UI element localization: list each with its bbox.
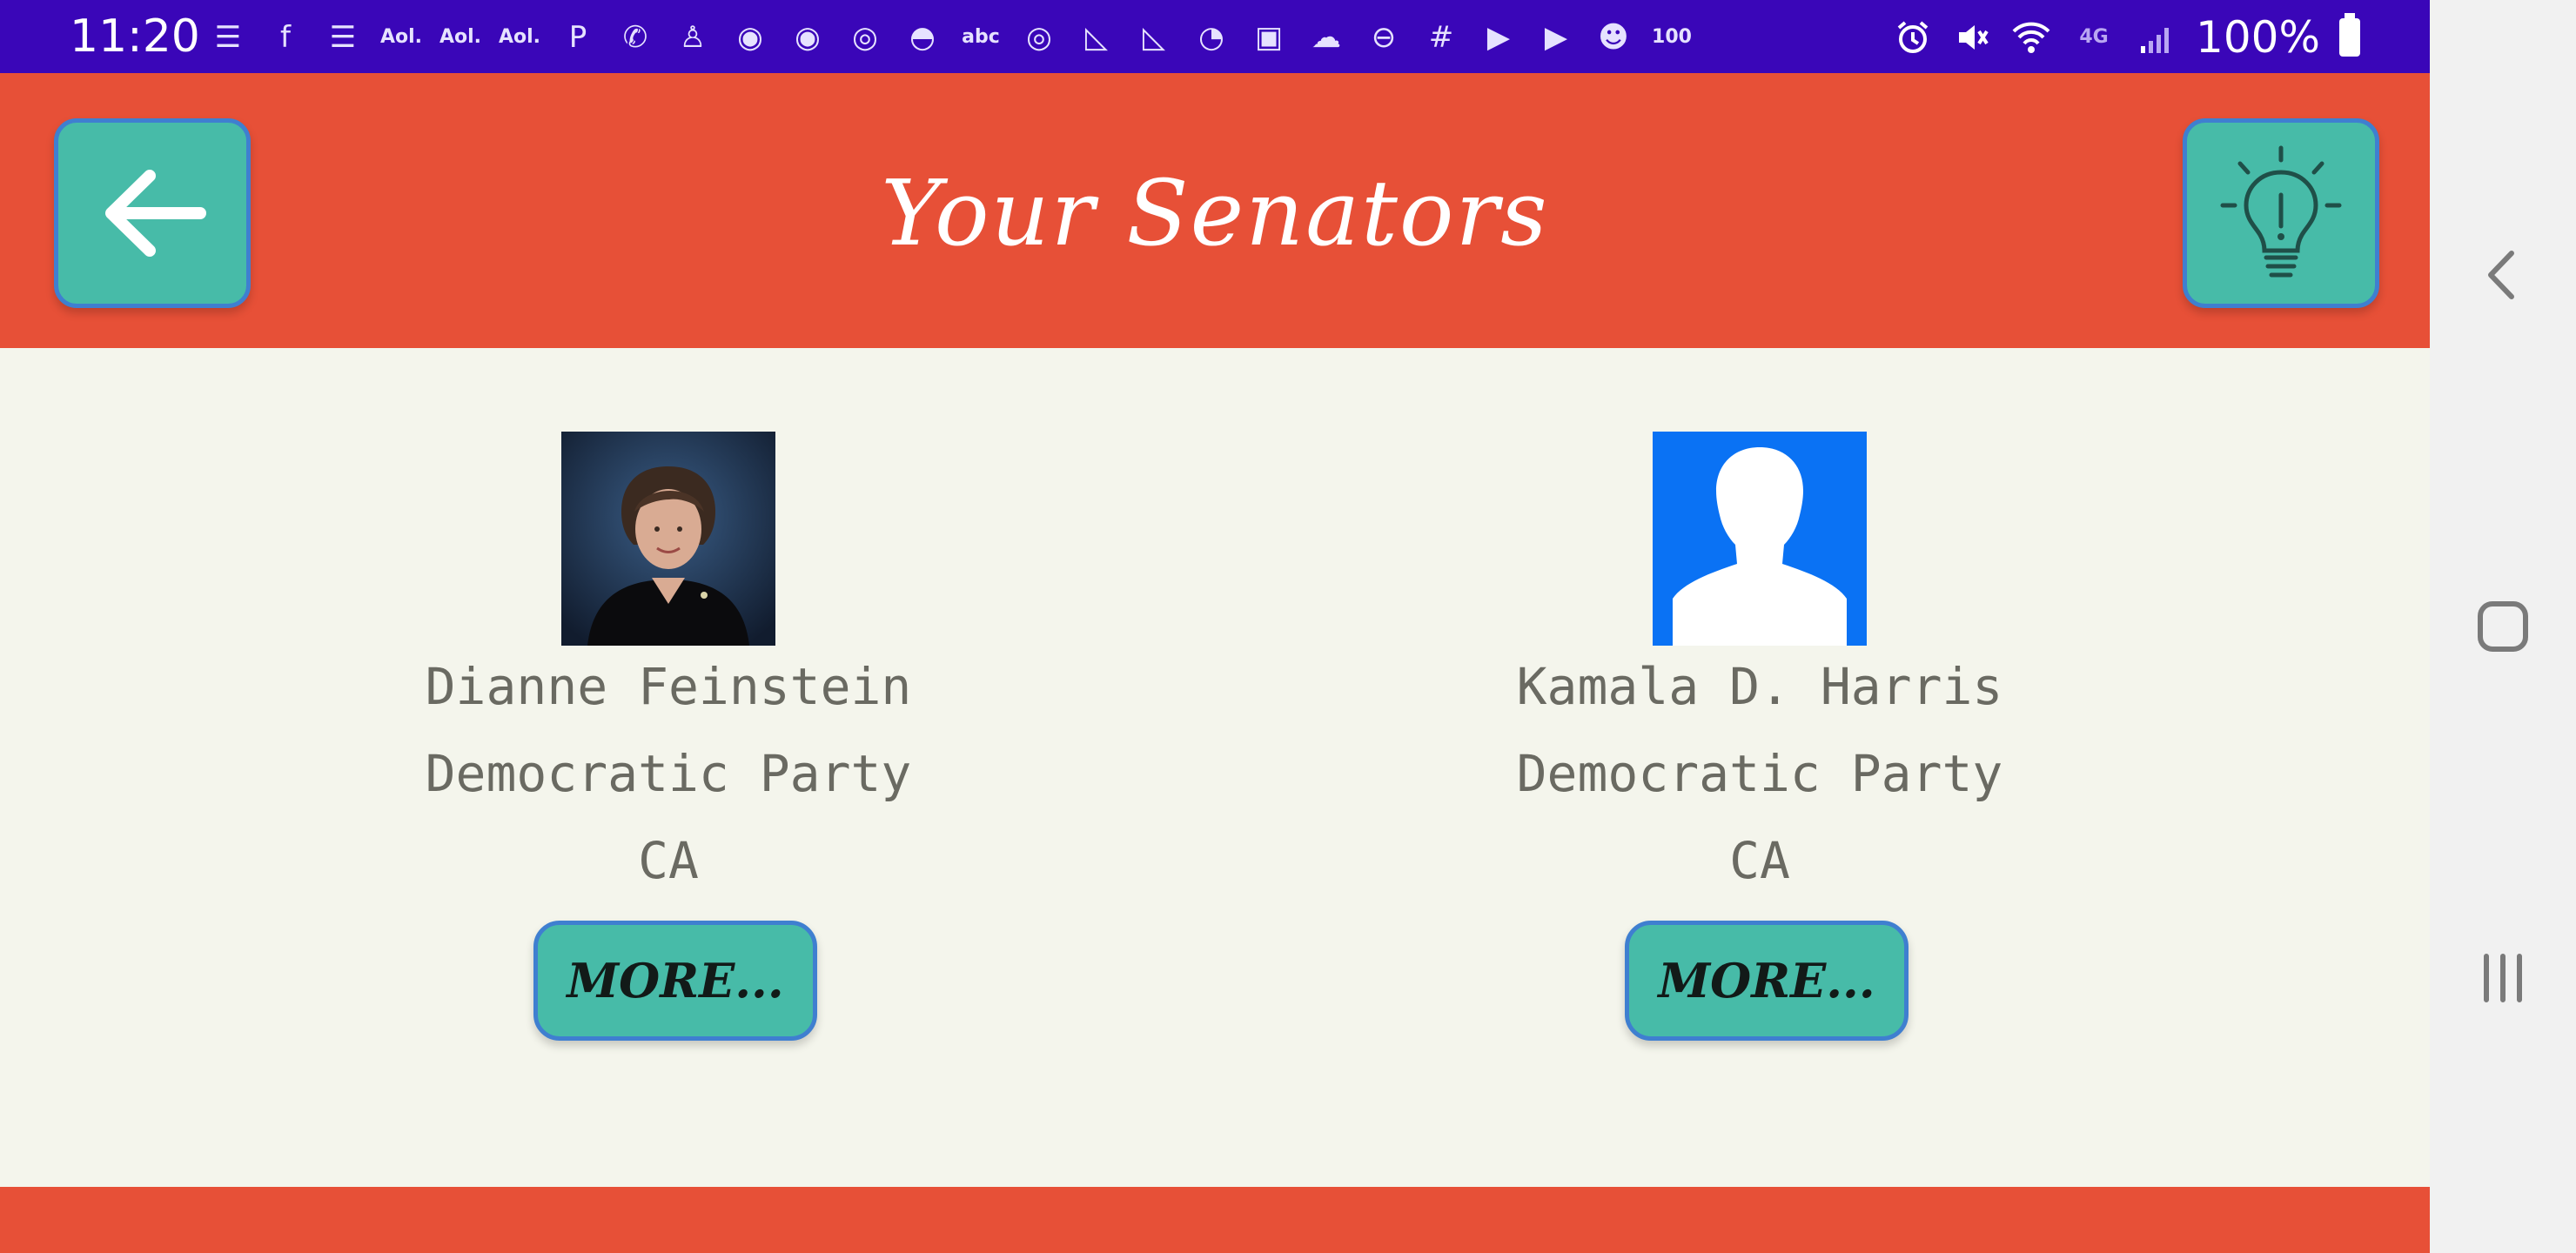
alarm-icon — [1893, 17, 1933, 57]
instagram-icon: ◎ — [1026, 20, 1052, 55]
aol-icon: Aol. — [379, 26, 423, 48]
wifi-call-icon: ✆ — [622, 20, 648, 55]
recents-icon — [2484, 954, 2522, 1002]
system-nav-rail — [2430, 0, 2576, 1253]
youtube-icon: ▶ — [1486, 20, 1511, 55]
senator-card: Dianne Feinstein Democratic Party CA MOR… — [425, 432, 912, 1093]
cloud-icon: ☁ — [1311, 20, 1341, 55]
news-app-icon: ☰ — [214, 20, 242, 55]
person-icon: ♙ — [679, 20, 707, 55]
chevron-left-icon — [2488, 251, 2514, 299]
battery-percent: 100% — [2196, 12, 2320, 63]
mute-icon — [1952, 17, 1992, 57]
system-icons: 4G 100% — [1893, 9, 2360, 66]
senator-party: Democratic Party — [425, 744, 912, 803]
senators-list: Dianne Feinstein Democratic Party CA MOR… — [0, 348, 2430, 1187]
senator-name: Kamala D. Harris — [1516, 657, 2003, 716]
image-icon: ▣ — [1254, 20, 1284, 55]
pizza-icon: ◺ — [1142, 20, 1166, 55]
speed-icon: ◔ — [1198, 20, 1224, 55]
senator-name: Dianne Feinstein — [425, 657, 912, 716]
senator-state: CA — [638, 831, 699, 890]
reddit-icon: ◉ — [737, 20, 763, 55]
signal-icon — [2137, 17, 2177, 57]
status-time: 11:20 — [70, 10, 200, 63]
back-button[interactable] — [54, 118, 251, 308]
page-title: Your Senators — [881, 160, 1549, 266]
youtube-icon: ▶ — [1544, 20, 1568, 55]
chat-icon: # — [1428, 20, 1454, 55]
system-recents-button[interactable] — [2430, 926, 2576, 1030]
wifi-icon — [2011, 17, 2051, 57]
lightbulb-icon — [2220, 145, 2342, 278]
notification-icons: ☰ f ☰ Aol. Aol. Aol. P ✆ ♙ ◉ ◉ ◎ ◓ abc ◎ ◺ ◺ ◔ ▣ ☁ ⊖ # ▶ ▶ ☻ 100 — [207, 14, 1694, 61]
status-bar: 11:20 ☰ f ☰ Aol. Aol. Aol. P ✆ ♙ ◉ ◉ ◎ ◓ abc ◎ ◺ ◺ ◔ ▣ ☁ ⊖ # ▶… — [0, 0, 2430, 73]
pinterest-icon: P — [568, 20, 587, 55]
idea-button[interactable] — [2183, 118, 2379, 308]
senator-photo[interactable] — [1653, 432, 1867, 646]
more-button[interactable]: MORE... — [1625, 921, 1909, 1041]
home-square-icon — [2478, 601, 2528, 652]
arrow-left-icon — [105, 170, 206, 257]
facebook-icon: f — [280, 20, 291, 55]
system-home-button[interactable] — [2430, 574, 2576, 679]
ghost-icon: ☻ — [1598, 20, 1629, 55]
pizza-icon: ◺ — [1084, 20, 1109, 55]
footer-bar — [0, 1187, 2430, 1253]
senator-photo[interactable] — [561, 432, 775, 646]
system-back-button[interactable] — [2430, 223, 2576, 327]
cloud-half-icon: ◓ — [909, 20, 936, 55]
news-app-icon: ☰ — [329, 20, 357, 55]
instagram-icon: ◎ — [852, 20, 878, 55]
lte-icon: 4G — [2079, 26, 2109, 48]
default-avatar-icon — [1653, 432, 1867, 646]
portrait-photo — [561, 432, 775, 646]
senator-party: Democratic Party — [1516, 744, 2003, 803]
battery-100-icon: 100 — [1652, 26, 1692, 48]
senator-state: CA — [1729, 831, 1790, 890]
senator-card: Kamala D. Harris Democratic Party CA MOR… — [1516, 432, 2003, 1093]
aol-icon: Aol. — [439, 26, 482, 48]
abc-icon: abc — [962, 26, 1000, 48]
app-header: Your Senators — [0, 73, 2430, 348]
aol-icon: Aol. — [498, 26, 541, 48]
do-not-disturb-icon: ⊖ — [1371, 20, 1397, 55]
more-button[interactable]: MORE... — [533, 921, 817, 1041]
reddit-icon: ◉ — [795, 20, 821, 55]
battery-icon — [2339, 13, 2360, 57]
